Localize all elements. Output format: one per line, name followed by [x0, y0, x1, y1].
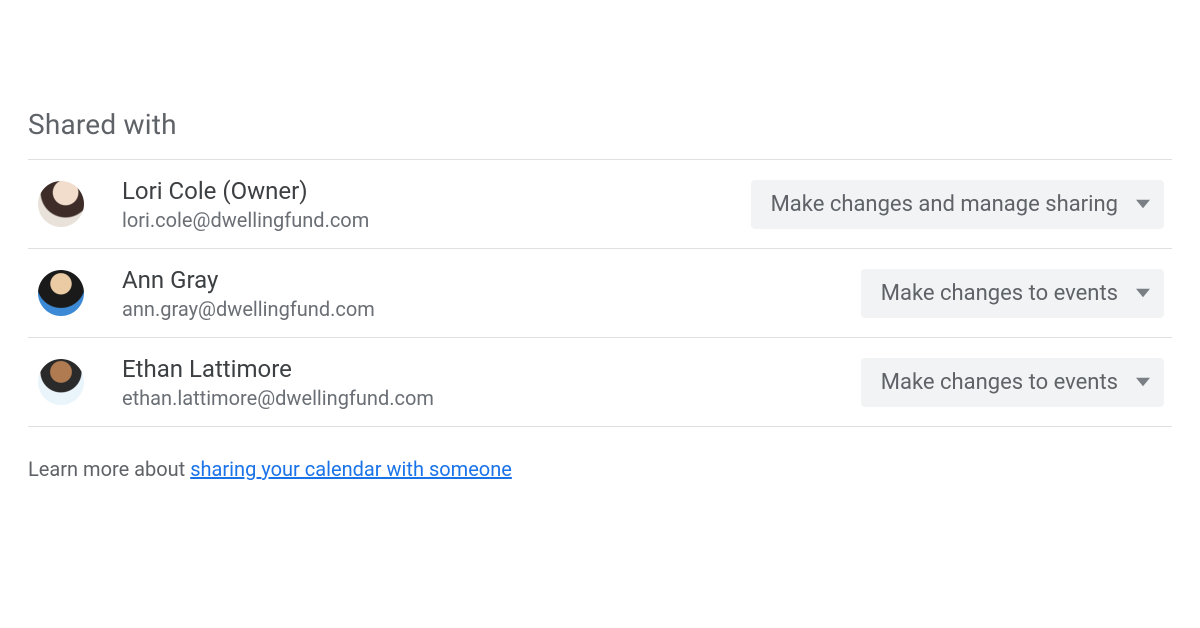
permission-label: Make changes to events	[881, 370, 1118, 395]
shared-person-row: Ethan Lattimore ethan.lattimore@dwelling…	[28, 338, 1172, 427]
shared-person-row: Ann Gray ann.gray@dwellingfund.com Make …	[28, 249, 1172, 338]
person-email: ann.gray@dwellingfund.com	[122, 297, 861, 321]
chevron-down-icon	[1136, 288, 1150, 298]
person-name: Ann Gray	[122, 265, 861, 295]
permission-dropdown[interactable]: Make changes to events	[861, 269, 1164, 318]
permission-label: Make changes and manage sharing	[771, 192, 1118, 217]
person-info: Ann Gray ann.gray@dwellingfund.com	[122, 265, 861, 321]
section-title: Shared with	[28, 108, 1172, 141]
person-info: Ethan Lattimore ethan.lattimore@dwelling…	[122, 354, 861, 410]
person-name: Ethan Lattimore	[122, 354, 861, 384]
person-email: lori.cole@dwellingfund.com	[122, 208, 751, 232]
shared-with-section: Shared with Lori Cole (Owner) lori.cole@…	[0, 0, 1200, 481]
learn-more-prefix: Learn more about	[28, 457, 190, 481]
avatar	[38, 181, 84, 227]
avatar	[38, 270, 84, 316]
learn-more-link[interactable]: sharing your calendar with someone	[190, 457, 512, 481]
avatar	[38, 359, 84, 405]
person-name: Lori Cole (Owner)	[122, 176, 751, 206]
permission-label: Make changes to events	[881, 281, 1118, 306]
person-info: Lori Cole (Owner) lori.cole@dwellingfund…	[122, 176, 751, 232]
learn-more-text: Learn more about sharing your calendar w…	[28, 457, 1172, 481]
permission-dropdown[interactable]: Make changes and manage sharing	[751, 180, 1164, 229]
chevron-down-icon	[1136, 199, 1150, 209]
person-email: ethan.lattimore@dwellingfund.com	[122, 386, 861, 410]
chevron-down-icon	[1136, 377, 1150, 387]
permission-dropdown[interactable]: Make changes to events	[861, 358, 1164, 407]
shared-person-row: Lori Cole (Owner) lori.cole@dwellingfund…	[28, 160, 1172, 249]
